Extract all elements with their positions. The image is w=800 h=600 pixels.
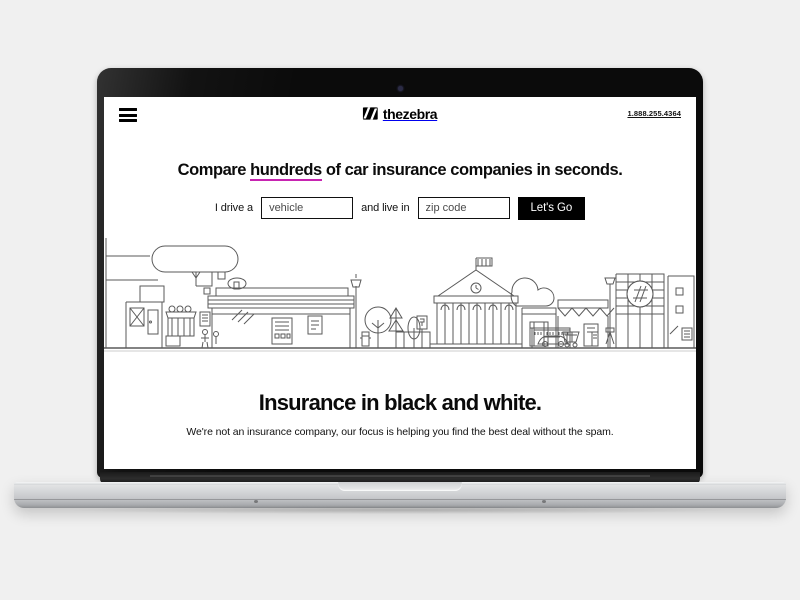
page-title: Compare hundreds of car insurance compan… [104, 161, 696, 181]
vehicle-input[interactable] [261, 197, 354, 220]
value-prop-title: Insurance in black and white. [258, 389, 542, 415]
hamburger-bar-2 [119, 113, 137, 117]
lets-go-button[interactable]: Let's Go [517, 196, 586, 220]
hinge-highlight [150, 475, 650, 477]
webcam-icon [397, 86, 403, 91]
laptop-drop-shadow [70, 506, 730, 514]
city-skyline-illustration [104, 237, 696, 352]
zebra-circle-emblem-icon [626, 280, 654, 308]
headline-before: Compare [177, 161, 251, 179]
zebra-stripe-mark-icon [362, 107, 378, 120]
website-viewport: thezebra 1.888.255.4364 Compare hundreds… [104, 97, 696, 469]
base-open-notch [338, 482, 462, 491]
brand-logo-link[interactable]: thezebra [362, 105, 438, 122]
base-foot-left [254, 500, 258, 503]
site-header: thezebra 1.888.255.4364 [104, 97, 696, 133]
label-i-drive-a: I drive a [214, 202, 254, 215]
brand-name: thezebra [382, 105, 438, 122]
hamburger-bar-1 [119, 108, 137, 111]
phone-number-link[interactable]: 1.888.255.4364 [627, 109, 681, 118]
zip-code-input[interactable] [417, 197, 510, 220]
laptop-screen: thezebra 1.888.255.4364 Compare hundreds… [104, 97, 696, 469]
base-foot-right [542, 500, 546, 503]
base-seam [14, 499, 786, 500]
hamburger-menu-icon[interactable] [119, 108, 137, 122]
quote-form: I drive a and live in Let's Go [104, 196, 696, 220]
label-and-live-in: and live in [361, 202, 410, 215]
value-prop-section: Insurance in black and white. We're not … [104, 356, 696, 438]
value-prop-subtitle: We're not an insurance company, our focu… [186, 426, 614, 439]
laptop-base [14, 482, 786, 508]
laptop-mockup: thezebra 1.888.255.4364 Compare hundreds… [0, 0, 800, 600]
laptop-lid: thezebra 1.888.255.4364 Compare hundreds… [97, 68, 703, 478]
headline-after: of car insurance companies in seconds. [321, 161, 623, 179]
headline-highlight: hundreds [250, 161, 322, 181]
hamburger-bar-3 [119, 119, 137, 122]
hero-section: Compare hundreds of car insurance compan… [104, 133, 696, 220]
